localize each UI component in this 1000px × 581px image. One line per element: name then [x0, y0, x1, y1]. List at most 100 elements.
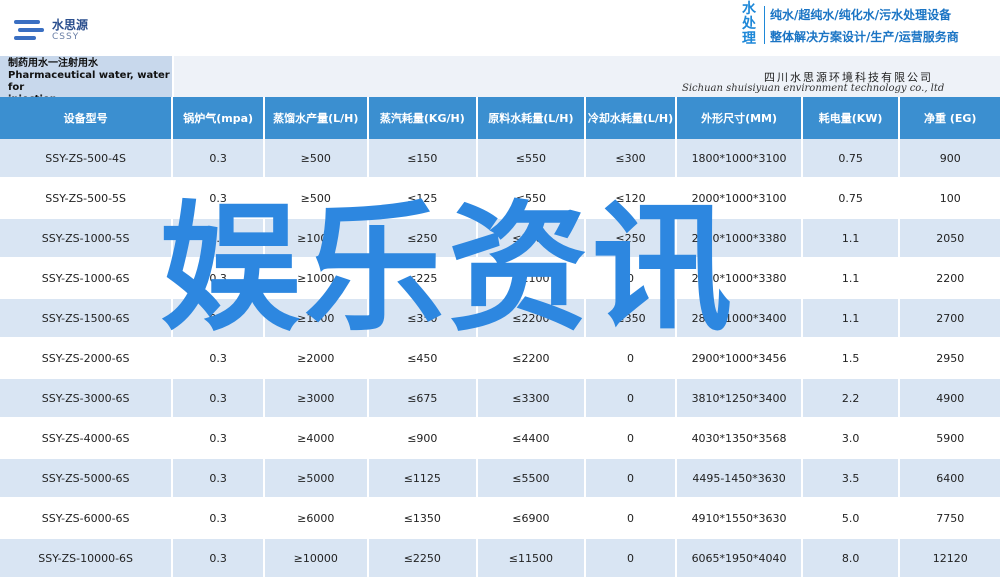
table-cell: 5.0: [802, 499, 899, 537]
table-cell: 0.3: [173, 459, 263, 497]
tagline-services: 整体解决方案设计/生产/运营服务商: [770, 30, 959, 44]
table-cell: 4495-1450*3630: [677, 459, 801, 497]
column-header: 设备型号: [0, 97, 172, 139]
column-header: 耗电量(KW): [802, 97, 899, 139]
column-header: 蒸馏水产量(L/H): [264, 97, 367, 139]
logo-en-text: CSSY: [52, 31, 80, 42]
table-cell: 0.3: [173, 139, 263, 177]
table-cell: ≥6000: [264, 499, 367, 537]
table-cell: 4030*1350*3568: [677, 419, 801, 457]
table-cell: ≤1350: [368, 499, 477, 537]
table-cell: 2700: [900, 299, 1000, 337]
table-cell: ≤4400: [478, 419, 584, 457]
table-cell: ≤1125: [368, 459, 477, 497]
table-cell: 0: [585, 459, 676, 497]
table-cell: 0.3: [173, 379, 263, 417]
model-cell: SSY-ZS-6000-6S: [0, 499, 172, 537]
model-cell: SSY-ZS-2000-6S: [0, 339, 172, 377]
product-title-en-1: Pharmaceutical water, water for: [8, 70, 170, 93]
table-cell: 12120: [900, 539, 1000, 577]
table-cell: ≤2250: [368, 539, 477, 577]
table-cell: 3810*1250*3400: [677, 379, 801, 417]
table-cell: 0: [585, 539, 676, 577]
table-cell: 1.1: [802, 259, 899, 297]
table-cell: 1800*1000*3100: [677, 139, 801, 177]
table-cell: 2950: [900, 339, 1000, 377]
table-cell: 6400: [900, 459, 1000, 497]
table-cell: ≤6900: [478, 499, 584, 537]
company-logo[interactable]: 水思源 CSSY: [14, 18, 88, 42]
model-cell: SSY-ZS-500-4S: [0, 139, 172, 177]
table-cell: ≤150: [368, 139, 477, 177]
table-cell: ≤11500: [478, 539, 584, 577]
table-cell: ≤5500: [478, 459, 584, 497]
table-cell: 1.5: [802, 339, 899, 377]
table-cell: 3.0: [802, 419, 899, 457]
table-row: SSY-ZS-500-4S 0.3 ≥500 ≤150 ≤550 ≤300 1800*100…: [0, 139, 1000, 177]
model-cell: SSY-ZS-4000-6S: [0, 419, 172, 457]
table-cell: 8.0: [802, 539, 899, 577]
logo-cn-text: 水思源: [52, 17, 89, 32]
model-cell: SSY-ZS-3000-6S: [0, 379, 172, 417]
column-header: 净重 (EG): [900, 97, 1000, 139]
model-cell: SSY-ZS-5000-6S: [0, 459, 172, 497]
table-cell: 1.1: [802, 219, 899, 257]
model-cell: SSY-ZS-1500-6S: [0, 299, 172, 337]
company-name-en: Sichuan shuisiyuan environment technolog…: [682, 83, 945, 94]
watermark-overlay: 娱乐资讯: [160, 188, 737, 351]
table-row: SSY-ZS-3000-6S 0.3 ≥3000 ≤675 ≤3300 0 3810*125…: [0, 379, 1000, 417]
column-header: 原料水耗量(L/H): [478, 97, 584, 139]
table-cell: 2200: [900, 259, 1000, 297]
table-cell: 0.3: [173, 499, 263, 537]
product-title-cn: 制药用水一注射用水: [8, 58, 98, 69]
company-name-box: 四川水思源环境科技有限公司 Sichuan shuisiyuan environ…: [174, 56, 1000, 97]
table-row: SSY-ZS-4000-6S 0.3 ≥4000 ≤900 ≤4400 0 4030*135…: [0, 419, 1000, 457]
water-logo-icon: [14, 18, 44, 42]
table-cell: 1.1: [802, 299, 899, 337]
table-cell: ≥10000: [264, 539, 367, 577]
table-cell: ≥4000: [264, 419, 367, 457]
table-title-bar: 制药用水一注射用水 Pharmaceutical water, water fo…: [0, 56, 1000, 105]
table-cell: ≥500: [264, 139, 367, 177]
brand-divider: [764, 6, 765, 44]
table-cell: 4900: [900, 379, 1000, 417]
table-cell: 6065*1950*4040: [677, 539, 801, 577]
table-cell: 0: [585, 499, 676, 537]
table-row: SSY-ZS-6000-6S 0.3 ≥6000 ≤1350 ≤6900 0 4910*15…: [0, 499, 1000, 537]
table-cell: 4910*1550*3630: [677, 499, 801, 537]
table-cell: 2.2: [802, 379, 899, 417]
top-header: 水思源 CSSY 水处理 纯水/超纯水/纯化水/污水处理设备 整体解决方案设计/…: [0, 0, 1000, 56]
table-cell: ≥3000: [264, 379, 367, 417]
table-cell: 2050: [900, 219, 1000, 257]
model-cell: SSY-ZS-1000-6S: [0, 259, 172, 297]
table-row: SSY-ZS-10000-6S 0.3 ≥10000 ≤2250 ≤11500 0 6065…: [0, 539, 1000, 577]
table-cell: 0.75: [802, 179, 899, 217]
table-cell: ≥5000: [264, 459, 367, 497]
model-cell: SSY-ZS-10000-6S: [0, 539, 172, 577]
column-header: 冷却水耗量(L/H): [585, 97, 676, 139]
table-cell: 0: [585, 419, 676, 457]
column-header: 锅炉气(mpa): [173, 97, 263, 139]
table-cell: ≤900: [368, 419, 477, 457]
table-cell: 900: [900, 139, 1000, 177]
column-header: 外形尺寸(MM): [677, 97, 801, 139]
column-header: 蒸汽耗量(KG/H): [368, 97, 477, 139]
model-cell: SSY-ZS-1000-5S: [0, 219, 172, 257]
table-cell: 100: [900, 179, 1000, 217]
table-header-row: 设备型号 锅炉气(mpa) 蒸馏水产量(L/H) 蒸汽耗量(KG/H) 原料水耗…: [0, 97, 1000, 139]
table-cell: 7750: [900, 499, 1000, 537]
table-cell: ≤3300: [478, 379, 584, 417]
table-cell: ≤550: [478, 139, 584, 177]
table-cell: 0: [585, 379, 676, 417]
model-cell: SSY-ZS-500-5S: [0, 179, 172, 217]
product-title-box: 制药用水一注射用水 Pharmaceutical water, water fo…: [0, 56, 172, 105]
table-cell: 0.3: [173, 539, 263, 577]
table-cell: 0.3: [173, 419, 263, 457]
tagline-products: 纯水/超纯水/纯化水/污水处理设备: [770, 8, 952, 22]
brand-vertical-label: 水处理: [742, 1, 756, 47]
table-cell: 5900: [900, 419, 1000, 457]
table-cell: ≤675: [368, 379, 477, 417]
table-row: SSY-ZS-5000-6S 0.3 ≥5000 ≤1125 ≤5500 0 4495-14…: [0, 459, 1000, 497]
table-cell: ≤300: [585, 139, 676, 177]
table-cell: 3.5: [802, 459, 899, 497]
